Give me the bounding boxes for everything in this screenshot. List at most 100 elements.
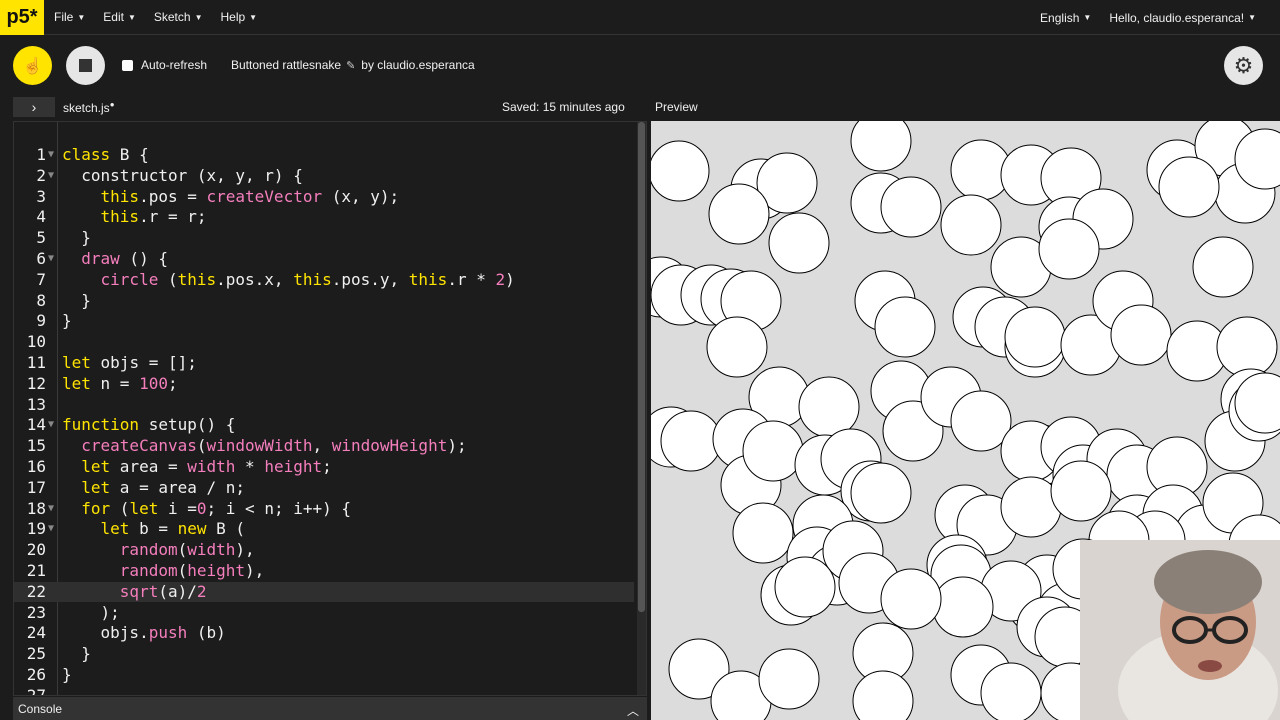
menu-sketch[interactable]: Sketch ▼ bbox=[154, 10, 203, 24]
line-number: 26 bbox=[26, 665, 46, 684]
code-line[interactable]: 8 } bbox=[14, 291, 634, 312]
menu-sketch-label: Sketch bbox=[153, 10, 191, 24]
code-line[interactable]: 10 bbox=[14, 332, 634, 353]
sketch-name: Buttoned rattlesnake ✎ by claudio.espera… bbox=[231, 58, 475, 72]
code-line[interactable]: 17 let a = area / n; bbox=[14, 478, 634, 499]
code-line[interactable]: 19 ▼ let b = new B ( bbox=[14, 519, 634, 540]
console-label: Console bbox=[18, 701, 63, 716]
line-number: 15 bbox=[26, 436, 46, 456]
code-line[interactable]: 22 sqrt(a)/2 bbox=[14, 581, 634, 603]
sketch-title[interactable]: Buttoned rattlesnake bbox=[231, 58, 341, 72]
canvas-circle bbox=[880, 176, 942, 238]
canvas-circle bbox=[940, 194, 1002, 256]
console-bar[interactable]: Console ︿ bbox=[13, 697, 647, 720]
unsaved-indicator: ● bbox=[109, 100, 115, 109]
code-line[interactable]: 27 bbox=[14, 686, 634, 695]
menu-edit[interactable]: Edit ▼ bbox=[103, 10, 136, 24]
line-number: 8 bbox=[36, 290, 46, 310]
code-text: random(height), bbox=[119, 561, 265, 580]
canvas-circle bbox=[1192, 236, 1254, 298]
code-text: } bbox=[62, 311, 72, 331]
line-number: 22 bbox=[26, 581, 46, 601]
fold-arrow-icon[interactable]: ▼ bbox=[48, 249, 54, 270]
hand-cursor-icon: ☝ bbox=[22, 57, 43, 75]
canvas-circle bbox=[1158, 156, 1220, 218]
line-number: 12 bbox=[26, 373, 46, 393]
code-line[interactable]: 18 ▼ for (let i =0; i < n; i++) { bbox=[14, 499, 634, 520]
code-line[interactable]: 6 ▼ draw () { bbox=[14, 249, 634, 270]
fold-arrow-icon[interactable]: ▼ bbox=[48, 415, 54, 436]
file-tab[interactable]: sketch.js● bbox=[63, 100, 115, 115]
stop-button[interactable] bbox=[66, 46, 105, 85]
code-line[interactable]: 20 random(width), bbox=[14, 540, 634, 561]
presenter-webcam bbox=[1080, 540, 1280, 720]
canvas-circle bbox=[774, 556, 836, 618]
menu-file-label: File bbox=[54, 10, 74, 24]
canvas-circle bbox=[852, 670, 914, 720]
code-line[interactable]: 14 ▼ function setup() { bbox=[14, 415, 634, 436]
pencil-icon[interactable]: ✎ bbox=[346, 59, 355, 72]
code-editor[interactable]: 1 ▼ class B {2 ▼ constructor (x, y, r) {3 t… bbox=[13, 121, 647, 696]
p5-logo[interactable]: p5* bbox=[0, 0, 44, 35]
code-line[interactable]: 24 objs.push (b) bbox=[14, 623, 634, 644]
line-number: 2 bbox=[36, 165, 46, 185]
code-line[interactable]: 11 let objs = []; bbox=[14, 353, 634, 374]
fold-arrow-icon[interactable]: ▼ bbox=[48, 519, 54, 540]
line-number: 11 bbox=[26, 353, 46, 372]
code-line[interactable]: 21 random(height), bbox=[14, 561, 634, 582]
editor-scrollbar-thumb[interactable] bbox=[638, 122, 645, 612]
canvas-circle bbox=[758, 648, 820, 710]
canvas-circle bbox=[874, 296, 936, 358]
code-line[interactable]: 16 let area = width * height; bbox=[14, 457, 634, 478]
code-text: } bbox=[62, 290, 91, 310]
code-line[interactable]: 15 createCanvas(windowWidth, windowHeigh… bbox=[14, 436, 634, 457]
top-nav: p5* File ▼ Edit ▼ Sketch ▼ Help ▼ English ▼ H… bbox=[0, 0, 1280, 35]
sidebar-toggle-button[interactable]: › bbox=[13, 97, 55, 117]
line-number: 3 bbox=[36, 186, 46, 206]
user-label: Hello, claudio.esperanca! bbox=[1109, 10, 1245, 25]
code-line[interactable]: 25 } bbox=[14, 644, 634, 665]
fold-arrow-icon[interactable]: ▼ bbox=[48, 499, 54, 520]
language-label: English bbox=[1040, 10, 1080, 25]
nav-right: English ▼ Hello, claudio.esperanca! ▼ bbox=[1022, 0, 1256, 35]
chevron-up-icon[interactable]: ︿ bbox=[627, 702, 639, 719]
code-line[interactable]: 13 bbox=[14, 395, 634, 416]
fold-arrow-icon[interactable]: ▼ bbox=[48, 145, 54, 166]
fold-arrow-icon[interactable]: ▼ bbox=[48, 166, 54, 187]
code-text: objs.push (b) bbox=[62, 623, 226, 643]
line-number: 24 bbox=[26, 623, 46, 643]
code-line[interactable]: 2 ▼ constructor (x, y, r) { bbox=[14, 166, 634, 187]
canvas-circle bbox=[980, 662, 1042, 720]
code-text: for (let i =0; i < n; i++) { bbox=[81, 498, 352, 518]
chevron-right-icon: › bbox=[31, 99, 37, 115]
language-menu[interactable]: English ▼ bbox=[1040, 11, 1091, 25]
auto-refresh-checkbox[interactable] bbox=[122, 59, 133, 71]
code-line[interactable]: 1 ▼ class B { bbox=[14, 145, 634, 166]
toolbar: ☝ Auto-refresh Buttoned rattlesnake ✎ by… bbox=[0, 35, 1280, 95]
code-line[interactable]: 12 let n = 100; bbox=[14, 374, 634, 395]
code-line[interactable]: 4 this.r = r; bbox=[14, 207, 634, 228]
code-line[interactable]: 5 } bbox=[14, 228, 634, 249]
code-line[interactable]: 23 ); bbox=[14, 603, 634, 624]
code-text: let b = new B ( bbox=[100, 519, 246, 539]
menu-file[interactable]: File ▼ bbox=[54, 10, 85, 24]
code-line[interactable]: 9} bbox=[14, 311, 634, 332]
canvas-circle bbox=[1004, 306, 1066, 368]
line-number: 5 bbox=[36, 228, 46, 248]
menu-help-label: Help bbox=[220, 10, 246, 24]
settings-button[interactable]: ⚙ bbox=[1224, 46, 1263, 85]
code-text: } bbox=[62, 228, 91, 248]
editor-scrollbar[interactable] bbox=[637, 122, 646, 695]
chevron-down-icon: ▼ bbox=[1083, 13, 1092, 22]
auto-refresh-toggle[interactable]: Auto-refresh bbox=[122, 58, 207, 72]
canvas-circle bbox=[768, 212, 830, 274]
code-line[interactable]: 7 circle (this.pos.x, this.pos.y, this.r… bbox=[14, 270, 634, 291]
user-menu[interactable]: Hello, claudio.esperanca! ▼ bbox=[1109, 11, 1256, 25]
play-button[interactable]: ☝ bbox=[13, 46, 52, 85]
sketch-author[interactable]: by claudio.esperanca bbox=[361, 58, 474, 72]
code-line[interactable]: 26} bbox=[14, 665, 634, 686]
code-text: let n = 100; bbox=[62, 373, 178, 393]
menu-help[interactable]: Help ▼ bbox=[220, 10, 257, 24]
gear-icon: ⚙ bbox=[1233, 52, 1254, 78]
code-line[interactable]: 3 this.pos = createVector (x, y); bbox=[14, 187, 634, 208]
